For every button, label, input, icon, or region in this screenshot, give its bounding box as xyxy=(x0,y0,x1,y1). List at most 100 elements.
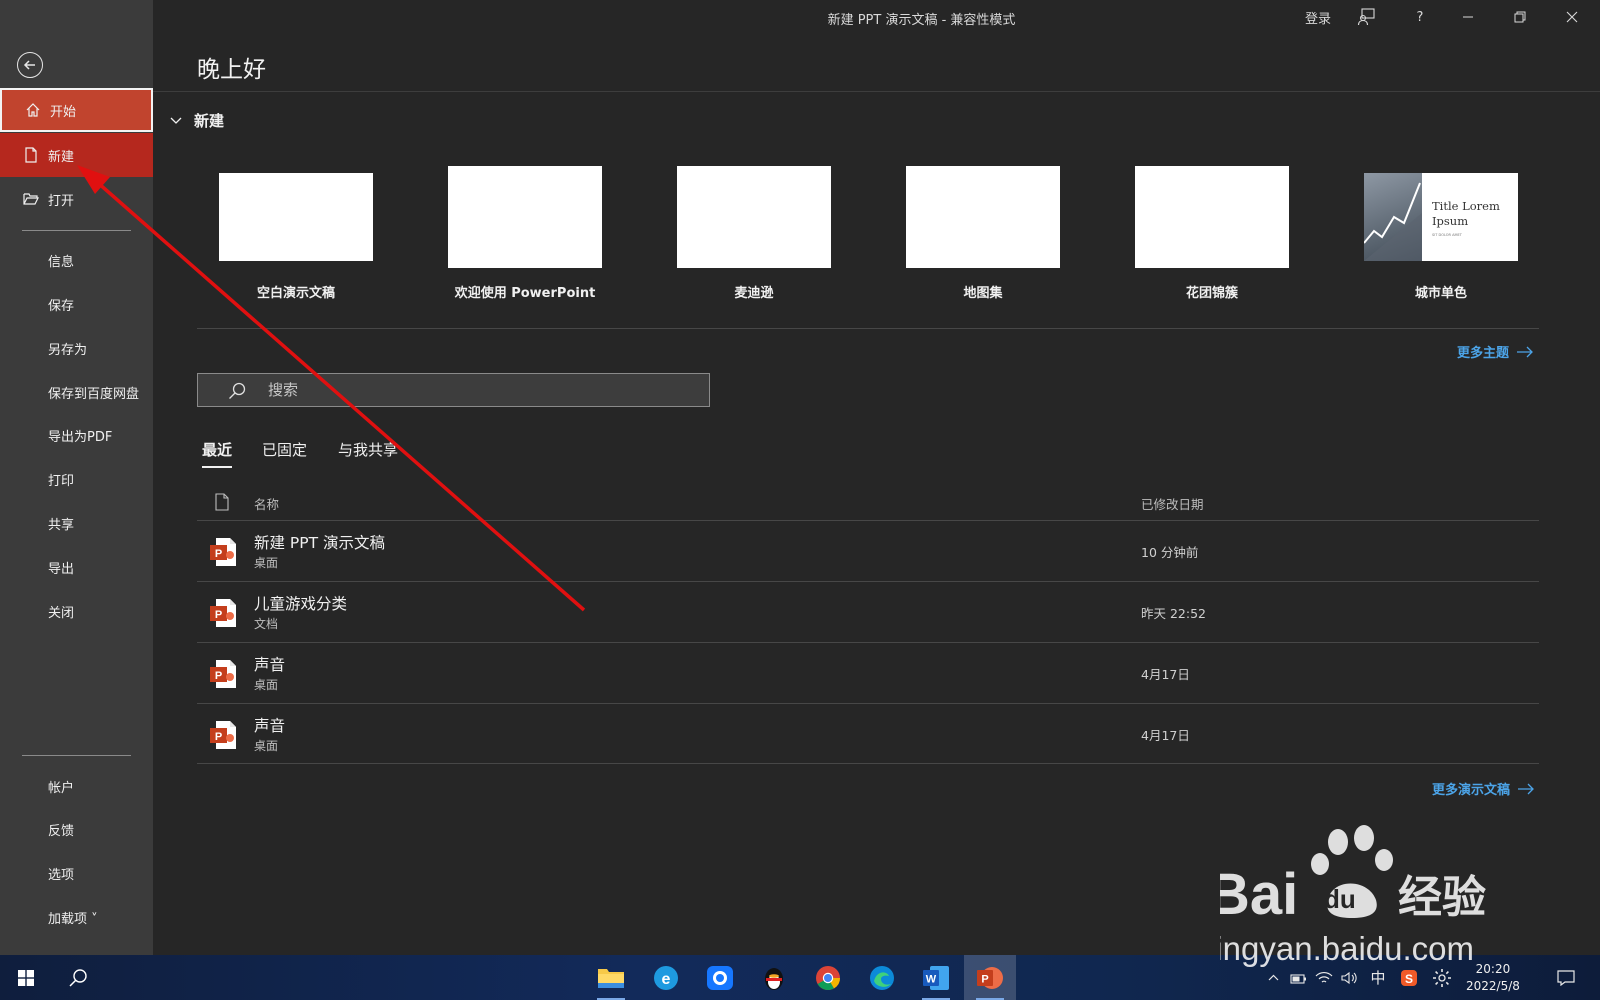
start-button[interactable] xyxy=(0,955,52,1000)
file-row[interactable]: P 声音 桌面 4月17日 xyxy=(197,642,1539,703)
back-button[interactable] xyxy=(17,52,43,78)
sidebar-item-info[interactable]: 信息 xyxy=(0,238,153,282)
file-location: 桌面 xyxy=(254,556,279,570)
action-center-button[interactable] xyxy=(1550,955,1582,1000)
sidebar-item-new[interactable]: 新建 xyxy=(0,133,153,177)
sidebar-item-addins[interactable]: 加载项 ˅ xyxy=(0,895,153,939)
search-input[interactable] xyxy=(268,380,688,400)
new-file-icon xyxy=(22,146,40,164)
template-thumbnail xyxy=(906,166,1060,268)
taskbar-search-button[interactable] xyxy=(52,955,104,1000)
template-madison[interactable]: 麦迪逊 xyxy=(677,166,831,301)
file-name: 声音 xyxy=(254,656,286,674)
sidebar-item-save-as[interactable]: 另存为 xyxy=(0,326,153,370)
template-label: 麦迪逊 xyxy=(734,286,774,301)
windows-logo-icon xyxy=(18,969,34,986)
section-divider xyxy=(197,328,1539,329)
file-row[interactable]: P 儿童游戏分类 文档 昨天 22:52 xyxy=(197,581,1539,642)
taskbar-qq[interactable] xyxy=(748,955,800,1000)
sidebar-item-label: 打开 xyxy=(48,193,75,209)
taskbar-file-explorer[interactable] xyxy=(585,955,637,1000)
settings-tray-button[interactable] xyxy=(1428,955,1456,1000)
file-row[interactable]: P 声音 桌面 4月17日 xyxy=(197,703,1539,764)
file-modified-date: 昨天 22:52 xyxy=(1141,606,1206,621)
taskbar-word[interactable]: W xyxy=(910,955,962,1000)
sidebar-item-options[interactable]: 选项 xyxy=(0,851,153,895)
signin-button[interactable]: 登录 xyxy=(1301,4,1335,30)
word-icon: W xyxy=(923,965,949,990)
cloud-app-icon xyxy=(707,965,733,990)
sidebar-item-close[interactable]: 关闭 xyxy=(0,589,153,633)
arrow-right-icon xyxy=(1517,346,1533,357)
restore-icon xyxy=(1514,11,1526,23)
sidebar-item-label: 加载项 ˅ xyxy=(48,911,98,927)
sidebar-item-home[interactable]: 开始 xyxy=(0,88,153,132)
column-header-name[interactable]: 名称 xyxy=(254,494,279,513)
battery-tray-button[interactable] xyxy=(1286,955,1310,1000)
powerpoint-icon: P xyxy=(977,966,1003,989)
sidebar-item-label: 共享 xyxy=(48,517,75,533)
taskbar-clock[interactable]: 20:20 2022/5/8 xyxy=(1466,961,1520,995)
thumbnail-title: Title Lorem Ipsum xyxy=(1432,199,1500,228)
template-flowers[interactable]: 花团锦簇 xyxy=(1135,166,1289,301)
template-city-mono[interactable]: Title Lorem Ipsum SIT DOLOR AMET 城市单色 xyxy=(1364,166,1518,301)
speaker-icon xyxy=(1341,971,1357,984)
new-section-toggle[interactable]: 新建 xyxy=(170,110,224,131)
taskbar-powerpoint[interactable]: P xyxy=(964,955,1016,1000)
more-themes-link[interactable]: 更多主题 xyxy=(1457,342,1533,361)
column-header-modified[interactable]: 已修改日期 xyxy=(1141,494,1204,513)
more-presentations-link[interactable]: 更多演示文稿 xyxy=(1432,779,1534,798)
svg-text:P: P xyxy=(215,609,222,621)
clock-date: 2022/5/8 xyxy=(1466,979,1520,993)
tab-pinned[interactable]: 已固定 xyxy=(262,439,307,466)
sogou-ime-icon: S xyxy=(1401,969,1417,986)
restore-button[interactable] xyxy=(1495,4,1545,30)
svg-text:e: e xyxy=(662,971,671,988)
file-name: 儿童游戏分类 xyxy=(254,595,348,613)
sidebar-item-feedback[interactable]: 反馈 xyxy=(0,807,153,851)
svg-text:P: P xyxy=(215,731,222,743)
taskbar-chrome[interactable] xyxy=(802,955,854,1000)
file-list-header: 名称 已修改日期 xyxy=(197,490,1539,520)
tab-shared-with-me[interactable]: 与我共享 xyxy=(338,439,398,466)
search-icon xyxy=(229,382,246,399)
close-window-button[interactable] xyxy=(1547,4,1597,30)
ime-language-button[interactable]: 中 xyxy=(1364,955,1392,1000)
sidebar-item-save[interactable]: 保存 xyxy=(0,282,153,326)
template-blank[interactable]: 空白演示文稿 xyxy=(219,166,373,301)
network-tray-button[interactable] xyxy=(1312,955,1336,1000)
sidebar-item-share[interactable]: 共享 xyxy=(0,501,153,545)
sidebar-item-save-to-baidu[interactable]: 保存到百度网盘 xyxy=(0,370,153,414)
file-location: 文档 xyxy=(254,617,279,631)
file-row[interactable]: P 新建 PPT 演示文稿 桌面 10 分钟前 xyxy=(197,520,1539,581)
home-icon xyxy=(24,101,42,119)
template-welcome[interactable]: 欢迎使用 PowerPoint xyxy=(448,166,602,301)
help-button[interactable]: ? xyxy=(1403,4,1437,30)
windows-taskbar: e W P 中 S 20:20 2022/5/8 xyxy=(0,955,1600,1000)
search-box[interactable] xyxy=(197,373,710,407)
volume-tray-button[interactable] xyxy=(1338,955,1362,1000)
sidebar-item-open[interactable]: 打开 xyxy=(0,177,153,221)
sidebar-item-export-pdf[interactable]: 导出为PDF xyxy=(0,413,153,457)
taskbar-edge[interactable] xyxy=(856,955,908,1000)
file-modified-date: 4月17日 xyxy=(1141,667,1190,682)
show-hidden-icons-button[interactable] xyxy=(1262,955,1284,1000)
back-arrow-icon xyxy=(23,60,35,70)
taskbar-cloud-app[interactable] xyxy=(694,955,746,1000)
minimize-button[interactable] xyxy=(1443,4,1493,30)
template-label: 城市单色 xyxy=(1414,286,1467,301)
sidebar-item-label: 保存到百度网盘 xyxy=(48,386,140,402)
taskbar-ie-browser[interactable]: e xyxy=(640,955,692,1000)
thumbnail-subtitle: SIT DOLOR AMET xyxy=(1432,233,1462,237)
sidebar-item-print[interactable]: 打印 xyxy=(0,457,153,501)
sidebar-item-export[interactable]: 导出 xyxy=(0,545,153,589)
sogou-ime-button[interactable]: S xyxy=(1396,955,1422,1000)
tab-recent[interactable]: 最近 xyxy=(202,439,233,468)
baidu-watermark-logo: Bai du 经验 jingyan.baidu.com xyxy=(1220,825,1486,967)
feedback-button[interactable] xyxy=(1349,4,1383,30)
edge-browser-icon xyxy=(870,965,894,990)
sidebar-item-account[interactable]: 帐户 xyxy=(0,764,153,808)
template-thumbnail xyxy=(1135,166,1289,268)
template-atlas[interactable]: 地图集 xyxy=(906,166,1060,301)
powerpoint-file-icon: P xyxy=(210,538,236,566)
